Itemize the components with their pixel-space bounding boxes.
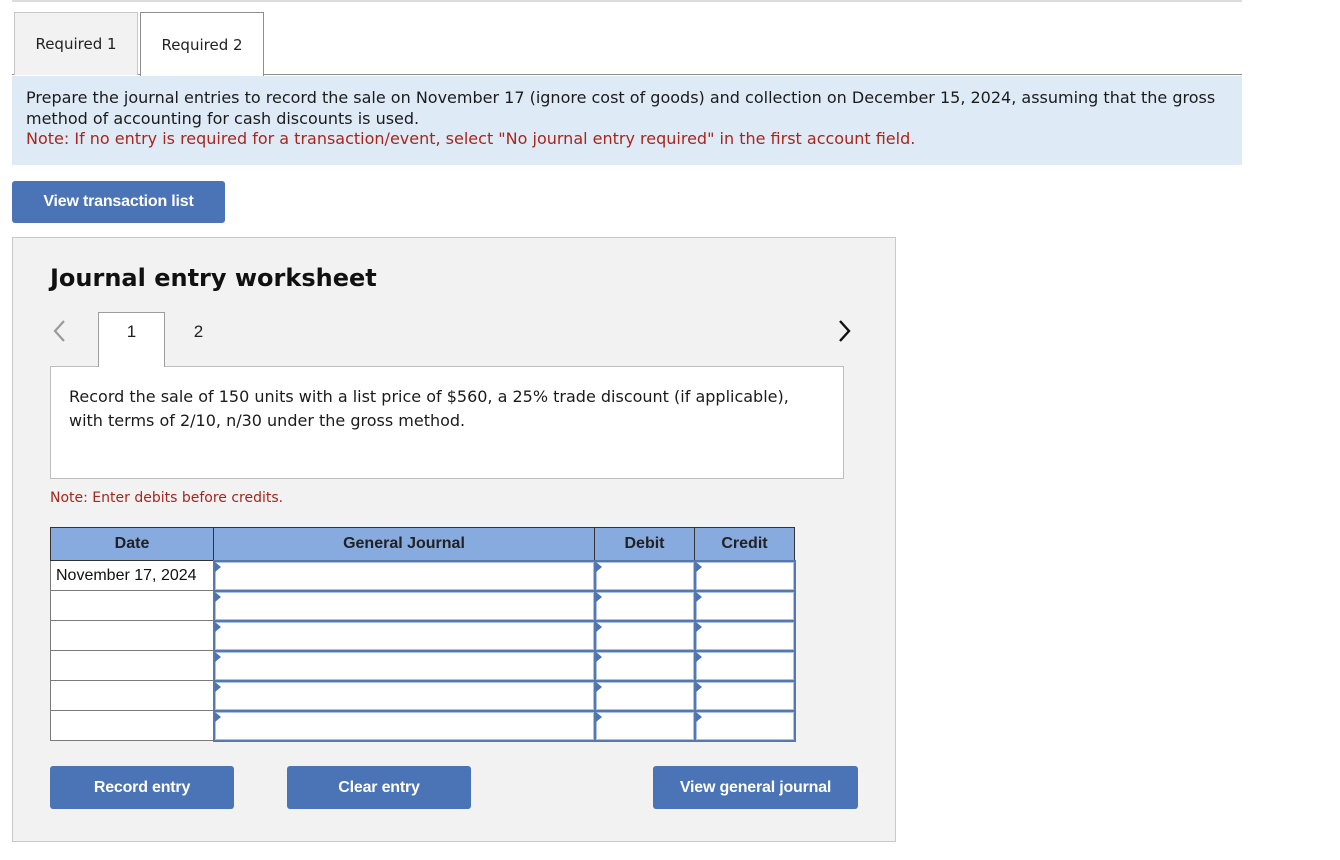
dropdown-flag-icon [595, 621, 602, 632]
transaction-description-text: Record the sale of 150 units with a list… [69, 387, 789, 430]
dropdown-flag-icon [595, 681, 602, 692]
account-input[interactable] [212, 619, 596, 652]
header-debit: Debit [594, 527, 695, 561]
debit-input[interactable] [593, 589, 696, 622]
date-cell [50, 620, 214, 651]
transaction-description: Record the sale of 150 units with a list… [50, 366, 844, 479]
credit-input-field[interactable] [695, 591, 794, 620]
header-date: Date [50, 527, 214, 561]
table-header-row: Date General Journal Debit Credit [50, 527, 795, 561]
date-cell: November 17, 2024 [50, 560, 214, 591]
credit-input[interactable] [693, 589, 796, 622]
table-row [50, 649, 796, 682]
chevron-left-icon[interactable] [51, 318, 67, 344]
dropdown-flag-icon [695, 651, 702, 662]
credit-input-field[interactable] [695, 711, 794, 740]
credit-input-field[interactable] [695, 621, 794, 650]
credit-input-field[interactable] [695, 561, 794, 590]
dropdown-flag-icon [695, 711, 702, 722]
instructions-text: Prepare the journal entries to record th… [26, 88, 1216, 128]
account-input-field[interactable] [214, 591, 594, 620]
account-input-field[interactable] [214, 681, 594, 710]
required-tabs: Required 1 Required 2 [12, 12, 1242, 76]
debit-input[interactable] [593, 559, 696, 592]
account-input[interactable] [212, 589, 596, 622]
table-row [50, 709, 796, 742]
entry-tab-2[interactable]: 2 [165, 312, 232, 367]
debit-input-field[interactable] [595, 591, 694, 620]
top-divider [12, 0, 1242, 2]
credit-input[interactable] [693, 709, 796, 742]
dropdown-flag-icon [595, 651, 602, 662]
journal-entry-worksheet: Journal entry worksheet 1 2 Record the s… [12, 237, 896, 842]
clear-entry-button[interactable]: Clear entry [287, 766, 471, 809]
dropdown-flag-icon [695, 561, 702, 572]
dropdown-flag-icon [695, 591, 702, 602]
chevron-right-icon[interactable] [837, 318, 853, 344]
dropdown-flag-icon [695, 621, 702, 632]
debit-input-field[interactable] [595, 621, 694, 650]
tab-required-2[interactable]: Required 2 [140, 12, 264, 76]
table-row [50, 589, 796, 622]
header-credit: Credit [694, 527, 795, 561]
debit-input-field[interactable] [595, 711, 694, 740]
journal-table: Date General Journal Debit Credit Novemb… [50, 527, 796, 742]
account-input-field[interactable] [214, 711, 594, 740]
dropdown-flag-icon [214, 621, 221, 632]
dropdown-flag-icon [214, 561, 221, 572]
dropdown-flag-icon [595, 561, 602, 572]
account-input-field[interactable] [214, 651, 594, 680]
credit-input[interactable] [693, 679, 796, 712]
dropdown-flag-icon [595, 591, 602, 602]
credit-input[interactable] [693, 559, 796, 592]
debit-input-field[interactable] [595, 681, 694, 710]
view-transaction-list-button[interactable]: View transaction list [12, 181, 225, 223]
account-input[interactable] [212, 649, 596, 682]
account-input-field[interactable] [214, 561, 594, 590]
entry-tab-1[interactable]: 1 [98, 312, 165, 367]
header-general-journal: General Journal [213, 527, 595, 561]
debit-input[interactable] [593, 679, 696, 712]
account-input[interactable] [212, 709, 596, 742]
debit-input[interactable] [593, 649, 696, 682]
tab-required-1[interactable]: Required 1 [14, 12, 138, 75]
credit-input-field[interactable] [695, 681, 794, 710]
table-row: November 17, 2024 [50, 559, 796, 592]
credit-input[interactable] [693, 649, 796, 682]
debit-input-field[interactable] [595, 561, 694, 590]
record-entry-button[interactable]: Record entry [50, 766, 234, 809]
account-input[interactable] [212, 679, 596, 712]
dropdown-flag-icon [214, 591, 221, 602]
date-cell [50, 710, 214, 741]
credit-input[interactable] [693, 619, 796, 652]
table-row [50, 619, 796, 652]
instructions-panel: Prepare the journal entries to record th… [12, 76, 1242, 165]
credit-input-field[interactable] [695, 651, 794, 680]
date-cell [50, 680, 214, 711]
date-cell [50, 650, 214, 681]
dropdown-flag-icon [214, 711, 221, 722]
instructions-note: Note: If no entry is required for a tran… [26, 129, 916, 148]
dropdown-flag-icon [214, 651, 221, 662]
debit-input[interactable] [593, 619, 696, 652]
debit-input[interactable] [593, 709, 696, 742]
account-input-field[interactable] [214, 621, 594, 650]
account-input[interactable] [212, 559, 596, 592]
debits-note: Note: Enter debits before credits. [50, 490, 284, 506]
dropdown-flag-icon [695, 681, 702, 692]
table-row [50, 679, 796, 712]
dropdown-flag-icon [214, 681, 221, 692]
view-general-journal-button[interactable]: View general journal [653, 766, 858, 809]
dropdown-flag-icon [595, 711, 602, 722]
worksheet-title: Journal entry worksheet [50, 264, 377, 292]
date-cell [50, 590, 214, 621]
debit-input-field[interactable] [595, 651, 694, 680]
